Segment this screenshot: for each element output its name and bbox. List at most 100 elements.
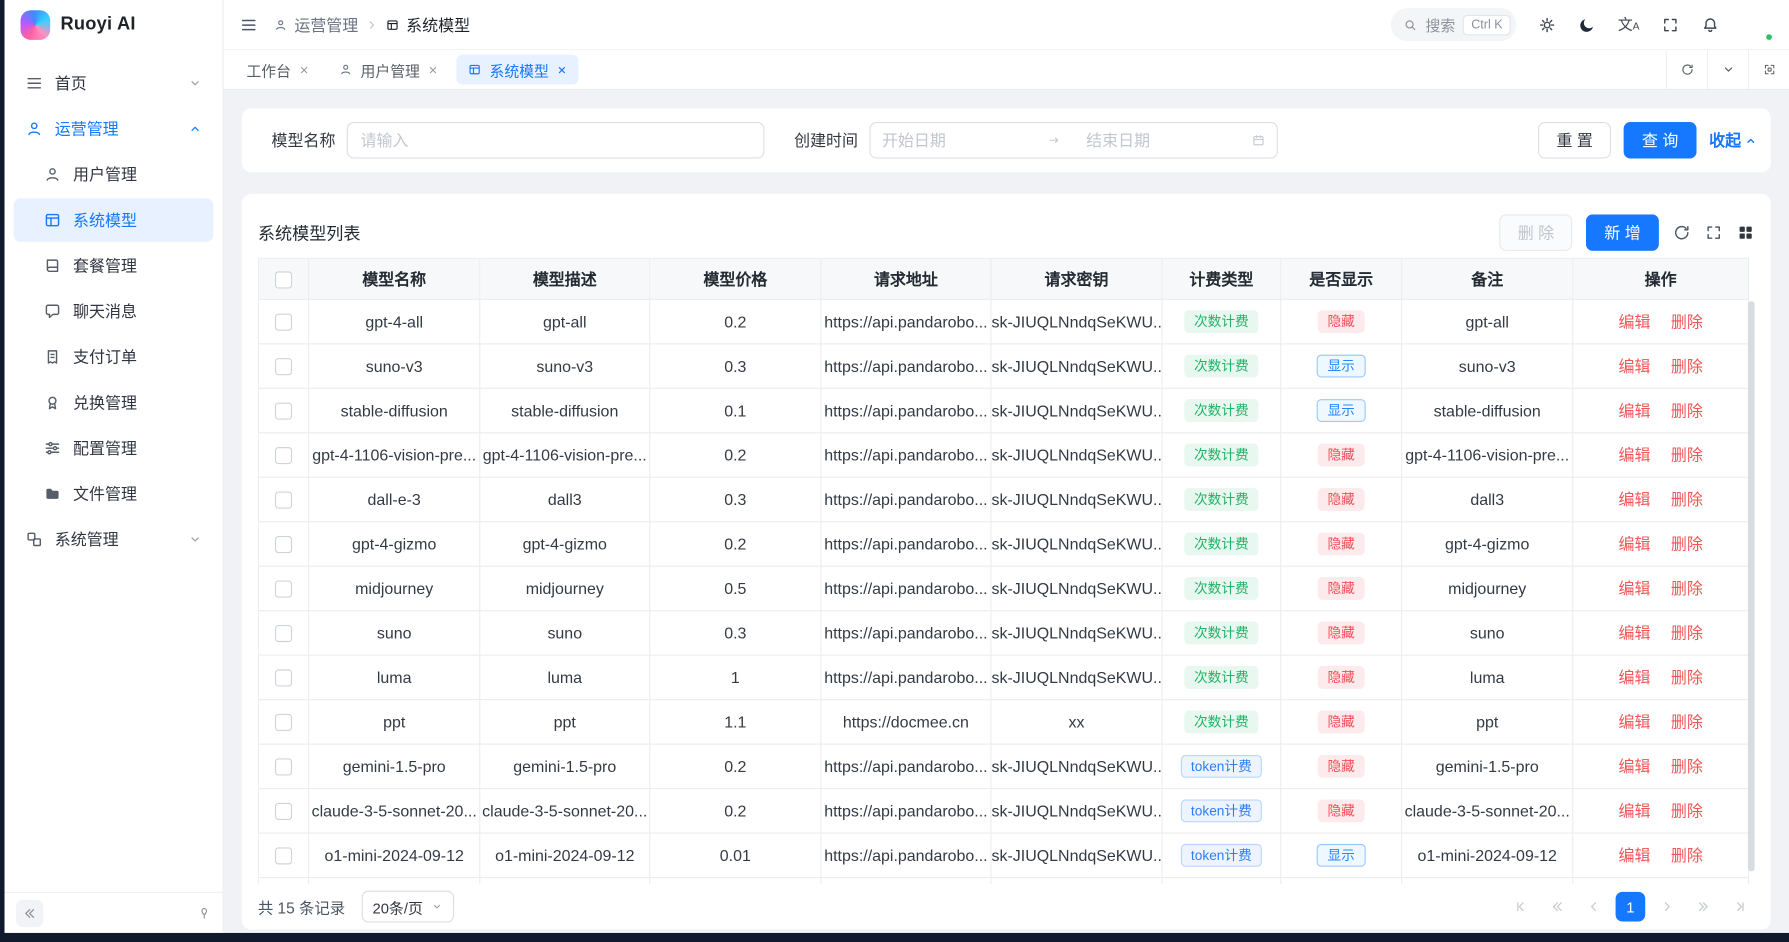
last-page-button[interactable] [1725, 892, 1755, 922]
query-button[interactable]: 查 询 [1624, 122, 1697, 158]
sidebar-item-chat-messages[interactable]: 聊天消息 [14, 290, 214, 333]
edit-link[interactable]: 编辑 [1618, 312, 1650, 330]
breadcrumb-item-system-model[interactable]: 系统模型 [386, 13, 470, 36]
row-checkbox[interactable] [275, 314, 292, 331]
delete-link[interactable]: 删除 [1671, 490, 1703, 508]
breadcrumb-item-operations[interactable]: 运营管理 [274, 13, 358, 36]
model-name-input[interactable]: 请输入 [347, 122, 765, 158]
edit-link[interactable]: 编辑 [1618, 401, 1650, 419]
settings-gear-icon[interactable] [1538, 15, 1556, 33]
edit-link[interactable]: 编辑 [1618, 668, 1650, 686]
close-icon[interactable] [428, 64, 438, 74]
vertical-scrollbar[interactable] [1748, 301, 1755, 871]
cell-request-key: sk-JIUQLNndqSeKWU... [991, 611, 1162, 655]
brand-row[interactable]: Ruoyi AI [5, 0, 223, 50]
row-checkbox[interactable] [275, 670, 292, 687]
row-checkbox[interactable] [275, 625, 292, 642]
close-icon[interactable] [557, 64, 567, 74]
select-all-checkbox[interactable] [275, 271, 292, 288]
pin-icon[interactable] [197, 906, 211, 920]
date-range-picker[interactable]: 开始日期 结束日期 [869, 122, 1277, 158]
next-page-button[interactable] [1652, 892, 1682, 922]
prev-page-button[interactable] [1579, 892, 1609, 922]
sidebar-item-config-management[interactable]: 配置管理 [14, 427, 214, 470]
edit-link[interactable]: 编辑 [1618, 757, 1650, 775]
edit-link[interactable]: 编辑 [1618, 446, 1650, 464]
theme-moon-icon[interactable] [1578, 15, 1596, 33]
menu-toggle-icon[interactable] [240, 15, 258, 33]
row-checkbox[interactable] [275, 536, 292, 553]
sidebar-item-redeem-management[interactable]: 兑换管理 [14, 381, 214, 424]
row-checkbox[interactable] [275, 581, 292, 598]
delete-link[interactable]: 删除 [1671, 757, 1703, 775]
first-page-button[interactable] [1506, 892, 1536, 922]
edit-link[interactable]: 编辑 [1618, 624, 1650, 642]
reset-button[interactable]: 重 置 [1538, 122, 1611, 158]
column-header: 请求地址 [821, 258, 991, 299]
edit-link[interactable]: 编辑 [1618, 357, 1650, 375]
close-icon[interactable] [299, 64, 309, 74]
panel-title: 系统模型列表 [258, 221, 361, 245]
delete-link[interactable]: 删除 [1671, 802, 1703, 820]
delete-link[interactable]: 删除 [1671, 713, 1703, 731]
table-fullscreen-icon[interactable] [1705, 224, 1723, 242]
row-checkbox[interactable] [275, 803, 292, 820]
sidebar-item-home[interactable]: 首页 [14, 62, 214, 105]
sidebar-collapse-button[interactable] [16, 899, 43, 926]
delete-button[interactable]: 删 除 [1499, 214, 1572, 250]
cell-request-url: https://api.pandarobo... [821, 477, 991, 521]
translate-icon[interactable]: 文A [1618, 17, 1640, 32]
row-checkbox[interactable] [275, 359, 292, 376]
delete-link[interactable]: 删除 [1671, 401, 1703, 419]
edit-link[interactable]: 编辑 [1618, 802, 1650, 820]
row-checkbox[interactable] [275, 759, 292, 776]
delete-link[interactable]: 删除 [1671, 579, 1703, 597]
row-checkbox[interactable] [275, 403, 292, 420]
sidebar-item-payment-orders[interactable]: 支付订单 [14, 335, 214, 378]
sidebar-item-user-management[interactable]: 用户管理 [14, 153, 214, 196]
refresh-icon[interactable] [1673, 224, 1691, 242]
delete-link[interactable]: 删除 [1671, 446, 1703, 464]
table-row: suno-v3 suno-v3 0.3 https://api.pandarob… [258, 344, 1748, 388]
fullscreen-icon[interactable] [1661, 15, 1679, 33]
delete-link[interactable]: 删除 [1671, 357, 1703, 375]
billing-type-tag: 次数计费 [1185, 622, 1258, 645]
content-fullscreen-icon[interactable] [1748, 50, 1789, 89]
edit-link[interactable]: 编辑 [1618, 579, 1650, 597]
forward-pages-button[interactable] [1689, 892, 1719, 922]
sidebar-item-file-management[interactable]: 文件管理 [14, 472, 214, 515]
tab-workbench[interactable]: 工作台 [235, 55, 321, 85]
delete-link[interactable]: 删除 [1671, 668, 1703, 686]
sidebar-item-package-management[interactable]: 套餐管理 [14, 244, 214, 287]
column-settings-icon[interactable] [1737, 224, 1755, 242]
edit-link[interactable]: 编辑 [1618, 846, 1650, 864]
global-search-button[interactable]: 搜索 Ctrl K [1391, 8, 1516, 41]
row-checkbox[interactable] [275, 447, 292, 464]
page-number-button[interactable]: 1 [1616, 892, 1646, 922]
sidebar-item-operations[interactable]: 运营管理 [14, 107, 214, 150]
edit-link[interactable]: 编辑 [1618, 490, 1650, 508]
row-checkbox[interactable] [275, 492, 292, 509]
add-button[interactable]: 新 增 [1586, 214, 1659, 250]
page-size-select[interactable]: 20条/页 [361, 891, 454, 923]
delete-link[interactable]: 删除 [1671, 535, 1703, 553]
delete-link[interactable]: 删除 [1671, 846, 1703, 864]
delete-link[interactable]: 删除 [1671, 624, 1703, 642]
delete-link[interactable]: 删除 [1671, 312, 1703, 330]
row-checkbox[interactable] [275, 848, 292, 865]
tab-user-management[interactable]: 用户管理 [327, 55, 449, 85]
tab-system-model[interactable]: 系统模型 [456, 55, 578, 85]
refresh-icon[interactable] [1666, 50, 1707, 89]
row-checkbox[interactable] [275, 714, 292, 731]
collapse-filter-link[interactable]: 收起 [1709, 129, 1757, 152]
edit-link[interactable]: 编辑 [1618, 535, 1650, 553]
sidebar-item-system-model[interactable]: 系统模型 [14, 198, 214, 241]
back-pages-button[interactable] [1543, 892, 1573, 922]
table-row: claude-3-5-sonnet-20... claude-3-5-sonne… [258, 789, 1748, 833]
user-avatar[interactable] [1741, 9, 1773, 41]
notifications-bell-icon[interactable] [1701, 15, 1719, 33]
chevron-down-icon[interactable] [1707, 50, 1748, 89]
sidebar-item-system-management[interactable]: 系统管理 [14, 518, 214, 561]
edit-link[interactable]: 编辑 [1618, 713, 1650, 731]
column-header: 模型价格 [650, 258, 821, 299]
